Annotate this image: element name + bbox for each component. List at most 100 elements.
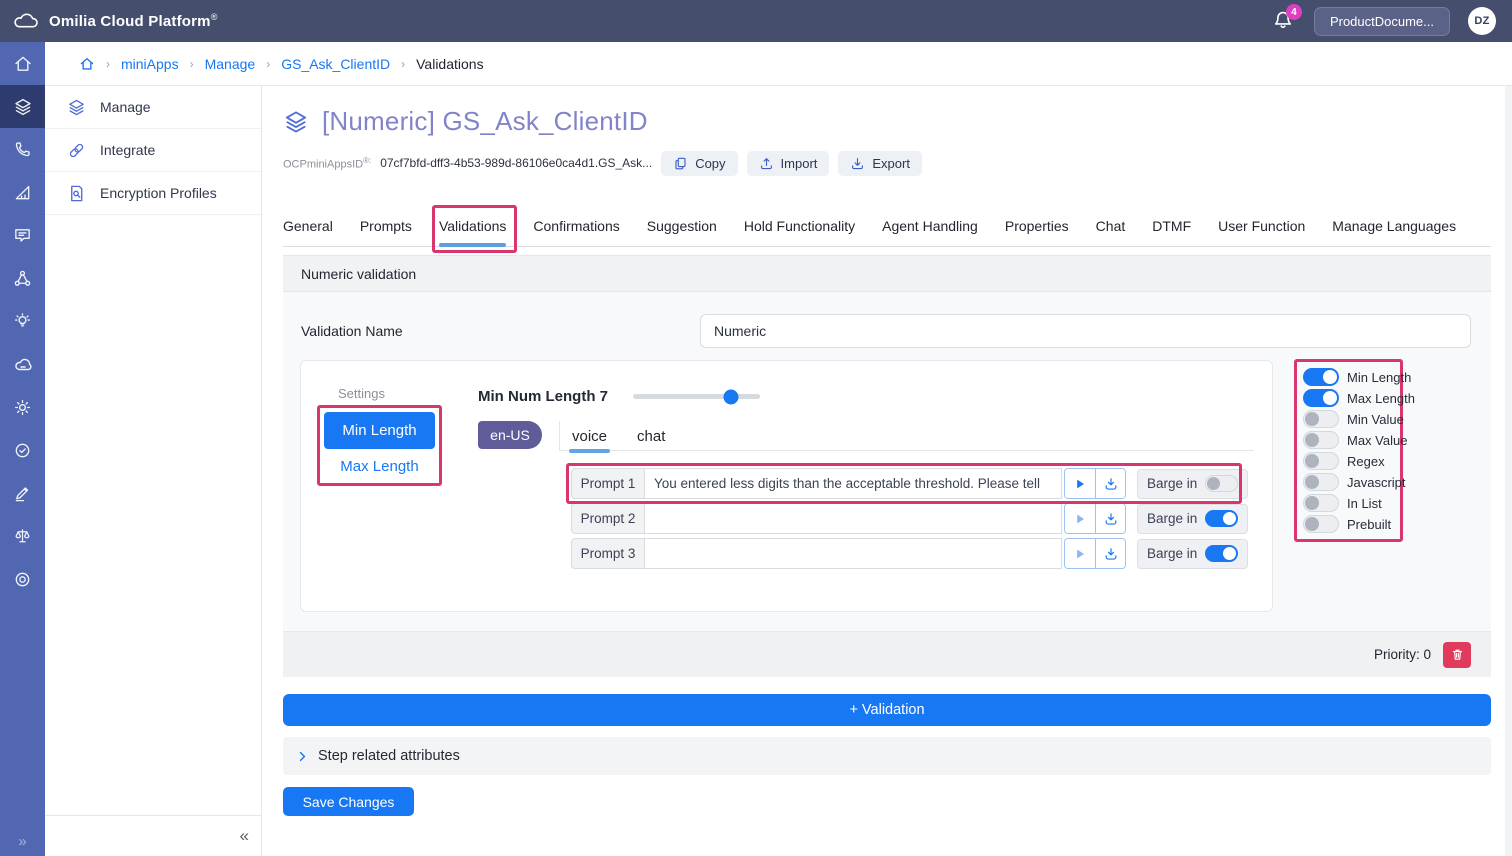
tab-validations[interactable]: Validations [439, 206, 506, 247]
save-changes-button[interactable]: Save Changes [283, 787, 414, 816]
section-header-numeric-validation: Numeric validation [283, 255, 1491, 292]
rule-max-length: Max Length [1303, 389, 1394, 407]
tab-properties[interactable]: Properties [1005, 206, 1069, 247]
sidebar-item-encryption-profiles[interactable]: Encryption Profiles [45, 172, 261, 215]
rail-conversations-icon[interactable] [0, 214, 45, 257]
tab-chat-channel[interactable]: chat [637, 421, 665, 451]
rail-miniapps-icon[interactable] [0, 85, 45, 128]
copy-icon [673, 156, 688, 171]
tab-prompts[interactable]: Prompts [360, 206, 412, 247]
trash-icon [1450, 647, 1465, 662]
rail-expand-icon[interactable]: » [0, 833, 45, 850]
notifications-bell[interactable]: 4 [1272, 8, 1296, 34]
rail-contact-center-icon[interactable] [0, 128, 45, 171]
min-length-setting-button[interactable]: Min Length [324, 412, 435, 449]
rail-support-icon[interactable] [0, 558, 45, 601]
export-button[interactable]: Export [838, 151, 922, 176]
download-tray-icon [1103, 511, 1119, 527]
tab-voice[interactable]: voice [572, 421, 607, 451]
prompt-2-download-button[interactable] [1095, 504, 1125, 533]
tab-dtmf[interactable]: DTMF [1152, 206, 1191, 247]
tab-manage-languages[interactable]: Manage Languages [1332, 206, 1456, 247]
tab-bar: General Prompts Validations Confirmation… [283, 206, 1491, 247]
rail-home-icon[interactable] [0, 42, 45, 85]
tab-general[interactable]: General [283, 206, 333, 247]
user-avatar[interactable]: DZ [1468, 7, 1496, 35]
prompt-list: Prompt 1 Barge in Prompt 2 [571, 468, 1233, 573]
prompt-2-barge-toggle[interactable] [1205, 510, 1238, 527]
breadcrumb-current: Validations [416, 56, 483, 72]
tab-suggestion[interactable]: Suggestion [647, 206, 717, 247]
step-related-attributes-label: Step related attributes [318, 748, 460, 764]
validation-name-label: Validation Name [301, 323, 403, 339]
import-button[interactable]: Import [747, 151, 830, 176]
slider-knob[interactable] [723, 389, 738, 404]
scrollbar[interactable] [1505, 86, 1512, 856]
chevron-right-icon [296, 750, 309, 763]
prompt-1-barge-toggle[interactable] [1205, 475, 1238, 492]
tab-hold-functionality[interactable]: Hold Functionality [744, 206, 855, 247]
annotation-box-validation-rules: Min Length Max Length Min Value Max Valu… [1294, 359, 1403, 542]
product-documentation-button[interactable]: ProductDocume... [1314, 7, 1450, 36]
breadcrumb-gs-ask-clientid[interactable]: GS_Ask_ClientID [281, 56, 390, 72]
sidebar: Manage Integrate Encryption Profiles « [45, 86, 262, 856]
prompt-3-input[interactable] [645, 538, 1062, 569]
rail-automation-icon[interactable] [0, 386, 45, 429]
prompt-2-play-button[interactable] [1065, 504, 1095, 533]
breadcrumb-miniapps[interactable]: miniApps [121, 56, 179, 72]
step-related-attributes-expander[interactable]: Step related attributes [283, 737, 1491, 775]
prompt-row-3: Prompt 3 Barge in [571, 538, 1233, 569]
delete-validation-button[interactable] [1443, 642, 1471, 668]
prompt-1-download-button[interactable] [1095, 469, 1125, 498]
prompt-2-barge-chip: Barge in [1137, 504, 1248, 534]
prebuilt-toggle[interactable] [1303, 515, 1339, 533]
barge-in-label: Barge in [1147, 476, 1197, 491]
prompt-3-play-button[interactable] [1065, 539, 1095, 568]
sidebar-item-manage[interactable]: Manage [45, 86, 261, 129]
validation-panel: Validation Name Settings Min Length Max … [283, 292, 1491, 631]
sidebar-item-integrate[interactable]: Integrate [45, 129, 261, 172]
language-tab-en-us[interactable]: en-US [478, 421, 542, 449]
tab-confirmations[interactable]: Confirmations [533, 206, 619, 247]
icon-rail: » [0, 42, 45, 856]
max-length-setting-link[interactable]: Max Length [324, 458, 435, 475]
in-list-toggle[interactable] [1303, 494, 1339, 512]
miniapps-id-value: 07cf7bfd-dff3-4b53-989d-86106e0ca4d1.GS_… [380, 156, 652, 170]
prompt-3-download-button[interactable] [1095, 539, 1125, 568]
rail-orchestrator-icon[interactable] [0, 257, 45, 300]
tab-chat[interactable]: Chat [1096, 206, 1126, 247]
tab-agent-handling[interactable]: Agent Handling [882, 206, 978, 247]
prompt-1-input[interactable] [645, 468, 1062, 499]
breadcrumb-home-icon[interactable] [79, 56, 95, 72]
sidebar-item-label: Encryption Profiles [100, 185, 217, 201]
rail-signature-icon[interactable] [0, 472, 45, 515]
barge-in-label: Barge in [1147, 511, 1197, 526]
rail-cloud-icon[interactable] [0, 343, 45, 386]
download-tray-icon [1103, 476, 1119, 492]
prompt-1-barge-chip: Barge in [1137, 469, 1248, 499]
min-num-length-slider[interactable] [633, 394, 760, 399]
rule-javascript: Javascript [1303, 473, 1394, 491]
breadcrumb-separator: › [106, 57, 110, 71]
max-length-toggle[interactable] [1303, 389, 1339, 407]
barge-in-label: Barge in [1147, 546, 1197, 561]
rail-analytics-icon[interactable] [0, 171, 45, 214]
add-validation-button[interactable]: + Validation [283, 694, 1491, 726]
javascript-toggle[interactable] [1303, 473, 1339, 491]
prompt-2-input[interactable] [645, 503, 1062, 534]
rail-insights-icon[interactable] [0, 300, 45, 343]
prompt-1-play-button[interactable] [1065, 469, 1095, 498]
min-value-toggle[interactable] [1303, 410, 1339, 428]
max-value-toggle[interactable] [1303, 431, 1339, 449]
prompt-3-barge-toggle[interactable] [1205, 545, 1238, 562]
sidebar-collapse[interactable]: « [45, 815, 261, 856]
rail-legal-icon[interactable] [0, 515, 45, 558]
regex-toggle[interactable] [1303, 452, 1339, 470]
priority-bar: Priority: 0 [283, 631, 1491, 677]
copy-button[interactable]: Copy [661, 151, 737, 176]
rail-quality-icon[interactable] [0, 429, 45, 472]
min-length-toggle[interactable] [1303, 368, 1339, 386]
validation-name-input[interactable] [700, 314, 1471, 348]
tab-user-function[interactable]: User Function [1218, 206, 1305, 247]
breadcrumb-manage[interactable]: Manage [205, 56, 256, 72]
